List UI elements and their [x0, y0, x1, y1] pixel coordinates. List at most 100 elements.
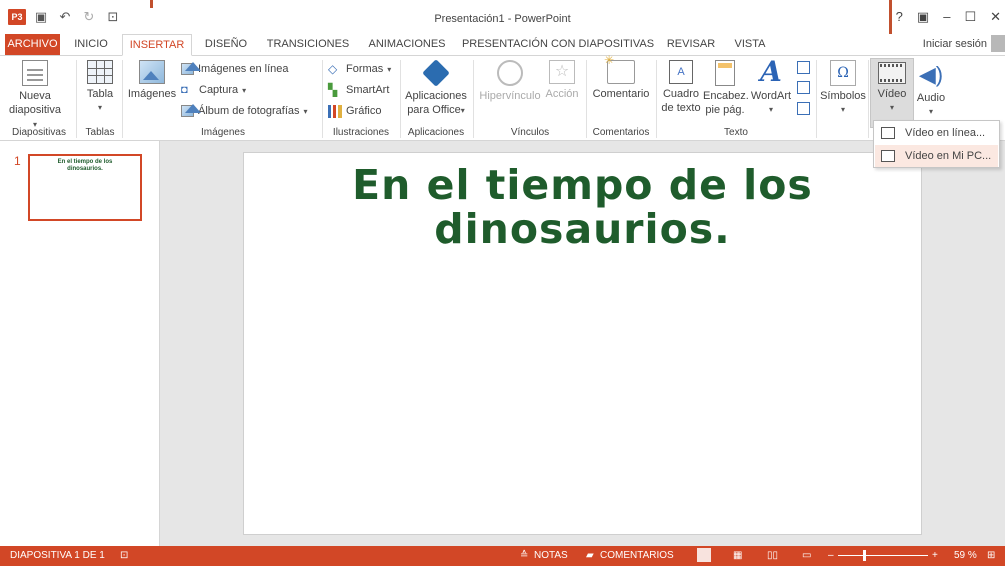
camera-icon: ◘: [181, 83, 188, 96]
tab-diseno[interactable]: DISEÑO: [198, 34, 254, 56]
fit-to-window-icon[interactable]: ⊞: [987, 550, 995, 561]
sign-in-link[interactable]: Iniciar sesión: [923, 38, 987, 50]
table-button[interactable]: Tabla ▾: [82, 60, 118, 115]
menu-item-online-video[interactable]: Vídeo en línea...: [875, 122, 998, 144]
chart-label: Gráfico: [346, 105, 382, 117]
slide-thumbnail[interactable]: En el tiempo de los dinosaurios.: [28, 154, 142, 221]
reading-view-icon[interactable]: ▯▯: [767, 550, 778, 561]
maximize-icon[interactable]: ☐: [964, 9, 976, 25]
slide-title-line: En el tiempo de los: [352, 161, 813, 209]
normal-view-icon[interactable]: [697, 548, 711, 562]
notes-button[interactable]: NOTAS: [534, 550, 568, 561]
header-footer-label: Encabez.: [703, 90, 749, 102]
chart-icon: [328, 104, 342, 118]
annotation-pointer-line: [150, 0, 153, 8]
omega-icon: Ω: [830, 60, 856, 86]
hyperlink-button[interactable]: Hipervínculo: [477, 60, 543, 103]
group-separator: [122, 60, 123, 138]
images-button[interactable]: Imágenes: [127, 60, 177, 101]
slide-title[interactable]: En el tiempo de los dinosaurios.: [244, 163, 921, 251]
group-separator: [586, 60, 587, 138]
office-apps-button[interactable]: Aplicaciones para Office▾: [403, 59, 469, 118]
tab-inicio[interactable]: INICIO: [66, 34, 116, 56]
comments-icon[interactable]: ▰: [586, 550, 594, 561]
photo-album-button[interactable]: Álbum de fotografías ▾: [181, 102, 308, 120]
zoom-out-button[interactable]: –: [828, 550, 834, 561]
photo-album-icon: [181, 104, 201, 117]
slide-number-icon[interactable]: [797, 81, 810, 94]
spelling-icon[interactable]: ⊡: [120, 550, 128, 561]
avatar[interactable]: [991, 35, 1005, 52]
screenshot-button[interactable]: ◘ Captura ▾: [181, 81, 246, 99]
window-title: Presentación1 - PowerPoint: [434, 13, 571, 25]
tab-archivo[interactable]: ARCHIVO: [5, 34, 60, 56]
textbox-label: Cuadro: [662, 88, 700, 100]
tab-transiciones[interactable]: TRANSICIONES: [262, 34, 354, 56]
audio-label: Audio: [916, 92, 946, 104]
audio-button[interactable]: ◀) Audio ▾: [912, 62, 950, 119]
chevron-down-icon: ▾: [768, 105, 773, 114]
tab-revisar[interactable]: REVISAR: [662, 34, 720, 56]
new-slide-button[interactable]: Nueva diapositiva ▾: [6, 60, 64, 132]
hyperlink-icon: [497, 60, 523, 86]
zoom-level[interactable]: 59 %: [954, 550, 977, 561]
action-button[interactable]: ☆ Acción: [543, 60, 581, 101]
slide-title-line-2: dinosaurios.: [434, 205, 731, 253]
notes-icon[interactable]: ≙: [520, 550, 528, 561]
tab-animaciones[interactable]: ANIMACIONES: [362, 34, 452, 56]
tab-vista[interactable]: VISTA: [726, 34, 774, 56]
slide-number: 1: [14, 154, 21, 168]
video-button[interactable]: Vídeo ▾: [870, 62, 914, 115]
date-time-icon[interactable]: [797, 61, 810, 74]
online-images-label: Imágenes en línea: [198, 63, 289, 75]
slide-sorter-icon[interactable]: ▦: [733, 550, 742, 561]
ribbon-tabs: ARCHIVO INICIO INSERTAR DISEÑO TRANSICIO…: [0, 34, 1005, 56]
slideshow-icon[interactable]: ▭: [802, 550, 811, 561]
online-images-button[interactable]: Imágenes en línea: [181, 60, 289, 78]
header-footer-button[interactable]: Encabez. pie pág.: [703, 60, 749, 117]
image-icon: [139, 60, 165, 84]
comment-icon: [604, 53, 635, 84]
zoom-slider-thumb[interactable]: [863, 550, 866, 561]
chevron-down-icon: ▾: [97, 103, 102, 112]
smartart-button[interactable]: ▚ SmartArt: [328, 81, 389, 99]
office-apps-label-2: para Office: [407, 104, 461, 116]
minimize-icon[interactable]: –: [943, 9, 950, 25]
slide-canvas[interactable]: En el tiempo de los dinosaurios.: [243, 152, 922, 535]
group-separator: [473, 60, 474, 138]
video-label: Vídeo: [877, 88, 907, 100]
photo-album-label: Álbum de fotografías: [198, 105, 300, 117]
object-icon[interactable]: [797, 102, 810, 115]
group-separator: [76, 60, 77, 138]
comments-button[interactable]: COMENTARIOS: [600, 550, 674, 561]
close-icon[interactable]: ✕: [990, 9, 1001, 25]
group-label-texto: Texto: [724, 127, 748, 138]
header-footer-icon: [715, 60, 735, 86]
group-label-imagenes: Imágenes: [201, 127, 245, 138]
zoom-slider-track[interactable]: [838, 555, 928, 556]
symbols-button[interactable]: Ω Símbolos ▾: [818, 60, 868, 117]
group-label-tablas: Tablas: [85, 127, 115, 138]
textbox-button[interactable]: A Cuadro de texto: [659, 60, 703, 115]
zoom-in-button[interactable]: +: [932, 550, 938, 561]
wordart-button[interactable]: A WordArt ▾: [748, 58, 794, 117]
tab-insertar[interactable]: INSERTAR: [122, 34, 192, 56]
smartart-icon: ▚: [328, 82, 338, 97]
ribbon-display-options-icon[interactable]: ▣: [917, 9, 929, 25]
group-label-comentarios: Comentarios: [592, 127, 650, 138]
group-separator: [400, 60, 401, 138]
menu-item-pc-video[interactable]: Vídeo en Mi PC...: [875, 145, 998, 167]
speaker-icon: ◀): [918, 62, 944, 87]
tab-presentacion[interactable]: PRESENTACIÓN CON DIAPOSITIVAS: [460, 34, 656, 56]
online-video-icon: [881, 127, 895, 139]
group-label-aplicaciones: Aplicaciones: [407, 127, 465, 138]
symbols-label: Símbolos: [820, 90, 866, 102]
slide-count-status: DIAPOSITIVA 1 DE 1: [10, 550, 105, 561]
shapes-button[interactable]: ◇ Formas ▾: [328, 60, 391, 78]
chevron-down-icon: ▾: [242, 85, 247, 95]
chart-button[interactable]: Gráfico: [328, 102, 381, 120]
help-icon[interactable]: ?: [896, 9, 903, 25]
online-image-icon: [181, 62, 201, 75]
status-bar: DIAPOSITIVA 1 DE 1 ⊡ ≙ NOTAS ▰ COMENTARI…: [0, 546, 1005, 566]
comment-button[interactable]: Comentario: [589, 53, 653, 101]
